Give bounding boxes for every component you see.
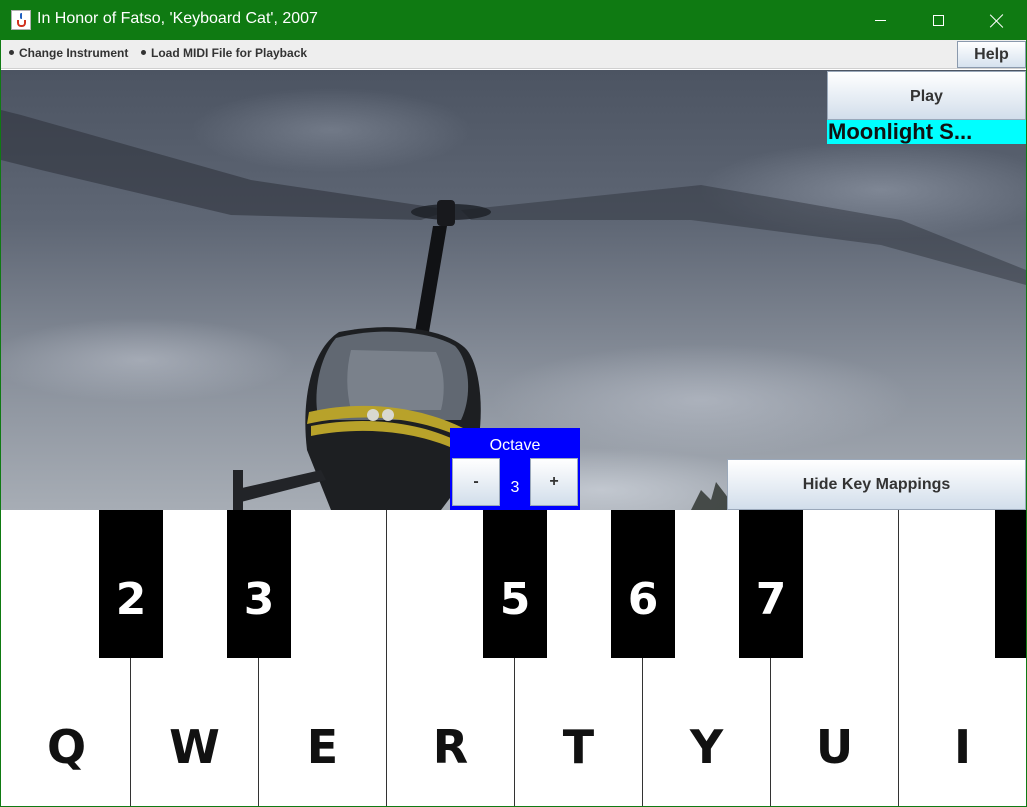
close-button[interactable] xyxy=(968,1,1026,40)
menu-change-instrument[interactable]: Change Instrument xyxy=(9,46,128,60)
black-key-5[interactable]: 5 xyxy=(483,510,547,658)
octave-control: Octave - 3 + xyxy=(450,428,580,510)
key-label: Y xyxy=(689,720,724,774)
key-label: 2 xyxy=(115,574,147,625)
key-label: Q xyxy=(46,720,87,774)
black-key-6[interactable]: 6 xyxy=(611,510,675,658)
key-label: R xyxy=(432,720,469,774)
play-button[interactable]: Play xyxy=(827,71,1026,120)
key-label: I xyxy=(953,720,972,774)
key-label: W xyxy=(169,720,220,774)
octave-decrease-button[interactable]: - xyxy=(452,458,500,506)
black-key-partial[interactable] xyxy=(995,510,1026,658)
key-label: 6 xyxy=(627,574,659,625)
black-key-3[interactable]: 3 xyxy=(227,510,291,658)
black-key-2[interactable]: 2 xyxy=(99,510,163,658)
key-label: T xyxy=(562,720,595,774)
app-window: In Honor of Fatso, 'Keyboard Cat', 2007 … xyxy=(0,0,1027,807)
window-title: In Honor of Fatso, 'Keyboard Cat', 2007 xyxy=(37,10,318,27)
minimize-button[interactable] xyxy=(852,1,910,40)
help-button[interactable]: Help xyxy=(957,41,1026,68)
octave-increase-button[interactable]: + xyxy=(530,458,578,506)
octave-label: Octave xyxy=(489,437,541,454)
piano-keyboard: Q W E R T Y U I 2 3 5 6 7 xyxy=(1,510,1026,806)
close-icon xyxy=(990,14,1004,28)
menu-label: Change Instrument xyxy=(19,46,129,60)
key-label: 5 xyxy=(499,574,531,625)
maximize-button[interactable] xyxy=(910,1,968,40)
octave-value: 3 xyxy=(510,479,520,496)
java-cup-icon xyxy=(11,10,31,30)
key-label: 7 xyxy=(755,574,787,625)
key-label: E xyxy=(306,720,339,774)
maximize-icon xyxy=(933,15,944,26)
key-label: U xyxy=(815,720,854,774)
song-title-label: Moonlight S... xyxy=(827,120,1026,144)
menu-label: Load MIDI File for Playback xyxy=(151,46,308,60)
key-label: 3 xyxy=(243,574,275,625)
black-key-7[interactable]: 7 xyxy=(739,510,803,658)
bullet-icon xyxy=(9,50,14,55)
bullet-icon xyxy=(141,50,146,55)
title-bar[interactable]: In Honor of Fatso, 'Keyboard Cat', 2007 xyxy=(1,1,1026,40)
minimize-icon xyxy=(875,20,886,21)
hide-key-mappings-button[interactable]: Hide Key Mappings xyxy=(727,459,1026,510)
menu-bar: Change Instrument Load MIDI File for Pla… xyxy=(1,40,1026,69)
menu-load-midi-file[interactable]: Load MIDI File for Playback xyxy=(141,46,307,60)
